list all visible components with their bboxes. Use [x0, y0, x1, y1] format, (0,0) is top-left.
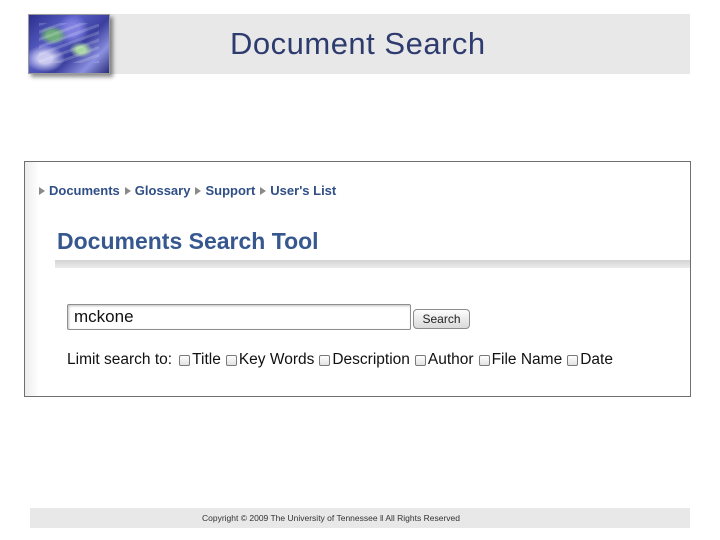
nav-item-label[interactable]: Support	[205, 183, 255, 198]
triangle-right-icon	[195, 186, 202, 195]
limit-search-row: Limit search to: Title Key Words Descrip…	[67, 351, 618, 369]
option-label: Key Words	[238, 351, 315, 368]
nav-item-glossary[interactable]: Glossary	[124, 183, 191, 198]
option-label: Author	[427, 351, 474, 368]
nav-item-support[interactable]: Support	[195, 183, 255, 198]
key-words-checkbox[interactable]	[225, 354, 237, 366]
title-checkbox[interactable]	[179, 354, 191, 366]
date-checkbox[interactable]	[567, 354, 579, 366]
option-label: Title	[192, 351, 221, 368]
page-title: Document Search	[230, 26, 486, 61]
nav-item-label[interactable]: Glossary	[135, 183, 191, 198]
option-file-name[interactable]: File Name	[478, 351, 563, 369]
option-date[interactable]: Date	[567, 351, 613, 369]
tool-title: Documents Search Tool	[57, 228, 319, 254]
triangle-right-icon	[124, 186, 131, 195]
nav-item-label[interactable]: Documents	[49, 183, 120, 198]
panel-edge-shade	[25, 162, 39, 396]
file-name-checkbox[interactable]	[478, 354, 490, 366]
option-key-words[interactable]: Key Words	[225, 351, 315, 369]
breadcrumb: Documents Glossary Support User's List	[39, 183, 341, 198]
option-description[interactable]: Description	[319, 351, 410, 369]
option-label: Date	[580, 351, 613, 368]
search-input[interactable]	[67, 304, 411, 330]
title-divider	[55, 260, 690, 268]
option-author[interactable]: Author	[414, 351, 474, 369]
option-title[interactable]: Title	[179, 351, 221, 369]
option-label: File Name	[491, 351, 563, 368]
screenshot-panel: Documents Glossary Support User's List D…	[24, 161, 691, 397]
nav-item-label[interactable]: User's List	[270, 183, 336, 198]
nav-item-documents[interactable]: Documents	[39, 183, 120, 198]
search-button[interactable]: Search	[413, 309, 470, 329]
limit-search-label: Limit search to:	[67, 351, 173, 368]
copyright-text: Copyright © 2009 The University of Tenne…	[202, 513, 460, 523]
author-checkbox[interactable]	[414, 354, 426, 366]
triangle-right-icon	[260, 186, 267, 195]
description-checkbox[interactable]	[319, 354, 331, 366]
option-label: Description	[332, 351, 410, 368]
logo-image	[28, 14, 110, 74]
triangle-right-icon	[39, 186, 45, 195]
nav-item-users-list[interactable]: User's List	[260, 183, 336, 198]
